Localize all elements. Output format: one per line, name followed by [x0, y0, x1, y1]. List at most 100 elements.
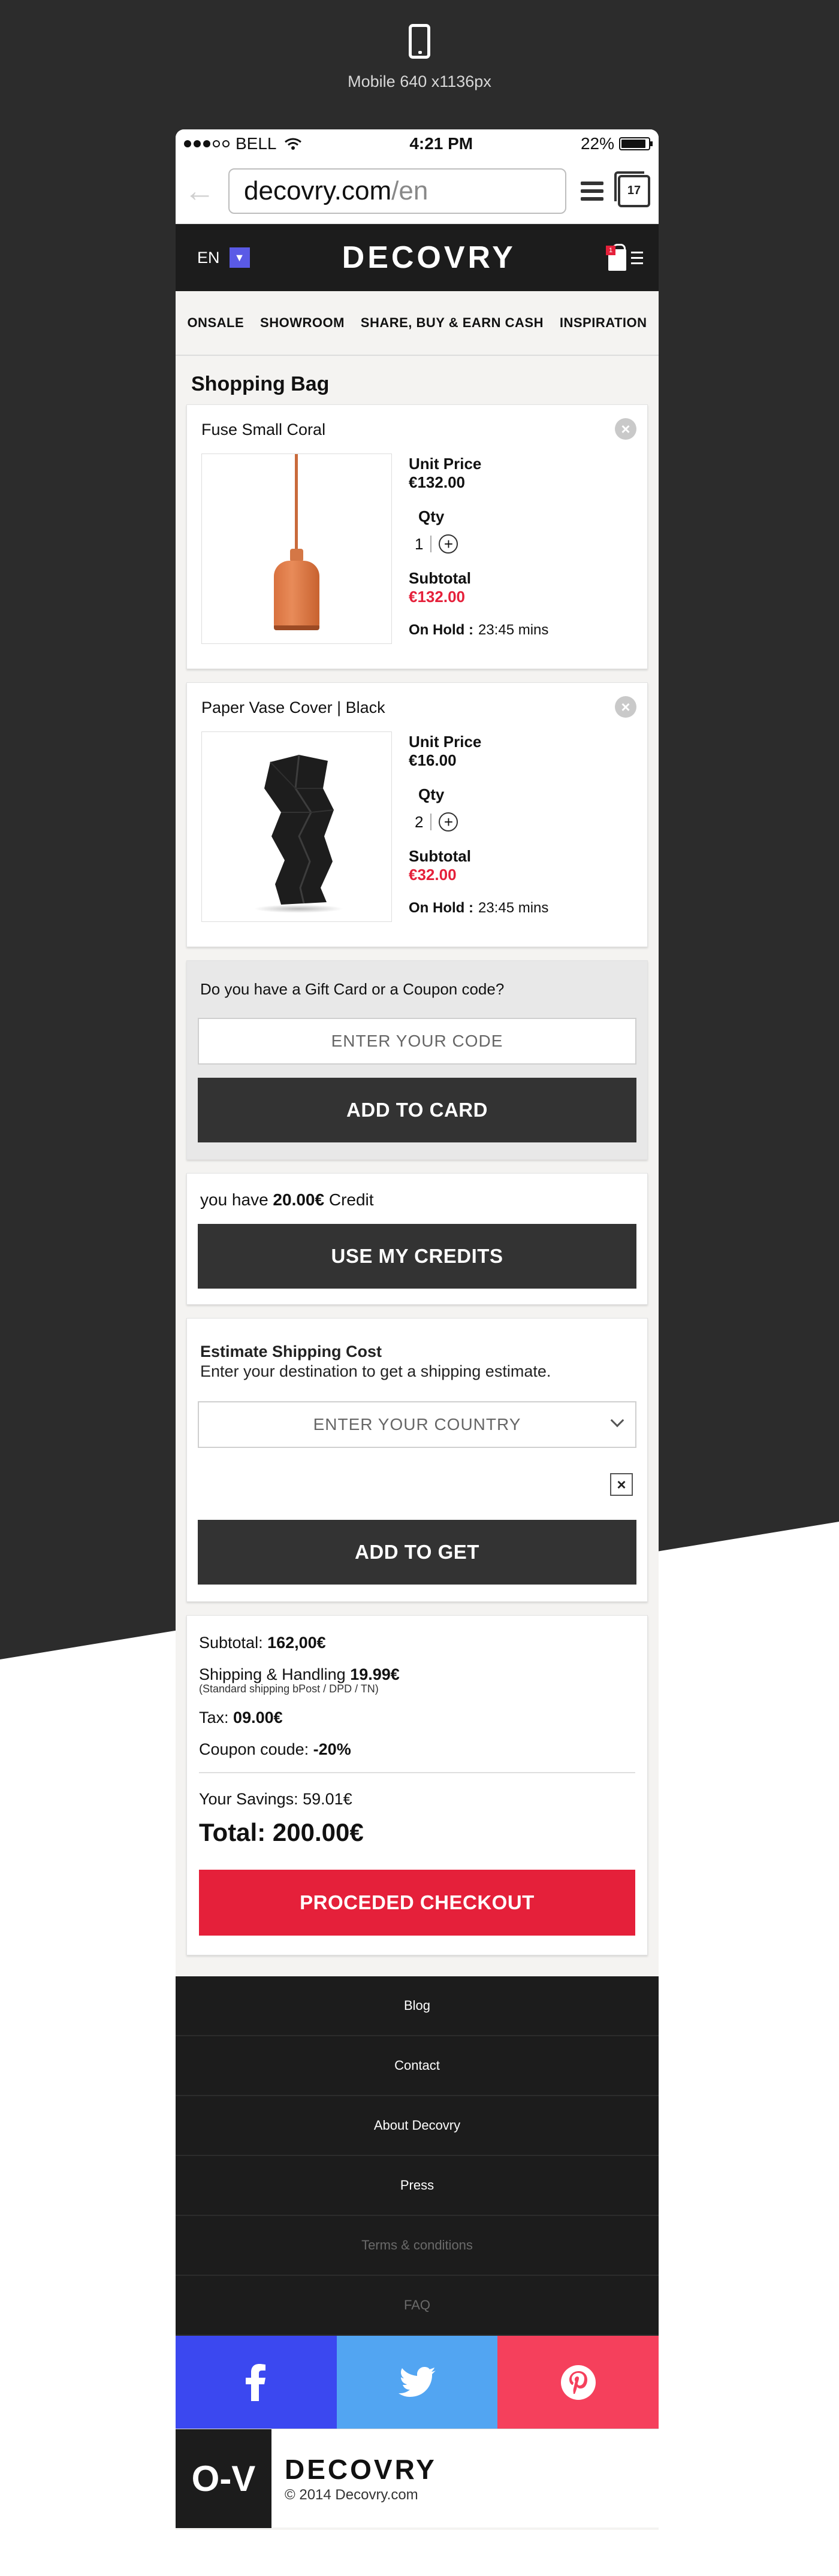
footer-link-contact[interactable]: Contact [176, 2036, 659, 2096]
country-select[interactable]: ENTER YOUR COUNTRY [198, 1401, 636, 1448]
tabs-icon[interactable]: 17 [614, 171, 650, 207]
footer-link-about[interactable]: About Decovry [176, 2096, 659, 2156]
carrier-name: BELL [236, 134, 277, 153]
product-image[interactable] [201, 731, 392, 922]
shipping-note: (Standard shipping bPost / DPD / TN) [199, 1683, 379, 1695]
plus-icon[interactable]: + [439, 812, 458, 832]
unit-price-value: €132.00 [409, 473, 465, 491]
summary-tax: Tax: 09.00€ [199, 1709, 635, 1727]
language-selector[interactable]: EN ▼ [197, 247, 250, 268]
tab-count: 17 [627, 184, 641, 197]
status-bar: BELL 4:21 PM 22% [176, 129, 659, 158]
coupon-panel: Do you have a Gift Card or a Coupon code… [186, 960, 648, 1160]
subtotal-value: €32.00 [409, 866, 457, 884]
footer-link-terms[interactable]: Terms & conditions [176, 2216, 659, 2276]
menu-icon[interactable] [631, 251, 643, 264]
on-hold-label: On Hold : [409, 900, 473, 916]
hold-timer: On Hold : 23:45 mins [409, 900, 548, 917]
remove-item-icon[interactable]: × [615, 418, 636, 440]
shipping-title: Estimate Shipping Cost [200, 1343, 382, 1360]
wifi-icon [284, 138, 301, 150]
subtotal-label: Subtotal [409, 847, 471, 865]
twitter-icon [399, 2366, 436, 2397]
nav-item-inspiration[interactable]: INSPIRATION [560, 315, 647, 331]
hold-time: 23:45 mins [478, 622, 549, 638]
device-label: Mobile 640 x1136px [348, 72, 491, 90]
credits-text: you have 20.00€ Credit [200, 1190, 636, 1210]
pinterest-button[interactable] [497, 2336, 659, 2429]
unit-price-value: €16.00 [409, 751, 457, 769]
use-credits-button[interactable]: USE MY CREDITS [198, 1224, 636, 1289]
product-image[interactable] [201, 453, 392, 644]
brand-name: DECOVRY [285, 2454, 437, 2485]
credits-panel: you have 20.00€ Credit USE MY CREDITS [186, 1173, 648, 1305]
facebook-button[interactable] [176, 2336, 337, 2429]
signal-dot-icon [184, 140, 191, 147]
subtotal-label: Subtotal: [199, 1634, 263, 1652]
hold-timer: On Hold : 23:45 mins [409, 622, 548, 639]
add-to-get-button[interactable]: ADD TO GET [198, 1520, 636, 1585]
mobile-phone-icon [409, 24, 430, 59]
page-title: Shopping Bag [191, 373, 330, 395]
quantity-stepper: 1 + [415, 534, 548, 554]
status-time: 4:21 PM [409, 134, 473, 153]
qty-value: 1 [415, 534, 424, 553]
qty-label: Qty [418, 507, 445, 525]
main-nav: ONSALE SHOWROOM SHARE, BUY & EARN CASH I… [176, 291, 659, 356]
battery-icon [619, 137, 653, 150]
shipping-description: Enter your destination to get a shipping… [200, 1362, 551, 1380]
subtotal-value: €132.00 [409, 588, 465, 606]
summary-total: Total: 200.00€ [199, 1818, 364, 1846]
address-bar[interactable]: decovry.com/en [228, 168, 566, 214]
nav-item-share-buy-earn[interactable]: SHARE, BUY & EARN CASH [361, 315, 544, 331]
tax-amount: 09.00€ [233, 1709, 283, 1727]
subtotal-label: Subtotal [409, 569, 471, 587]
main-content: Shopping Bag Fuse Small Coral × Unit Pri… [176, 356, 659, 1955]
signal-dot-icon [194, 140, 201, 147]
copyright: © 2014 Decovry.com [285, 2487, 418, 2503]
chevron-down-icon [610, 1413, 624, 1428]
summary-subtotal: Subtotal: 162,00€ [199, 1634, 635, 1652]
product-name[interactable]: Fuse Small Coral [201, 421, 633, 439]
shipping-label: Shipping & Handling [199, 1665, 346, 1683]
nav-item-showroom[interactable]: SHOWROOM [260, 315, 345, 331]
twitter-button[interactable] [336, 2336, 498, 2429]
add-to-card-button[interactable]: ADD TO CARD [198, 1078, 636, 1142]
footer-link-press[interactable]: Press [176, 2156, 659, 2216]
signal-indicator: BELL [184, 134, 302, 153]
close-icon[interactable]: × [610, 1473, 633, 1496]
unit-price-label: Unit Price [409, 733, 482, 751]
checkout-button[interactable]: PROCEDED CHECKOUT [199, 1870, 635, 1936]
summary-savings: Your Savings: 59.01€ [199, 1790, 352, 1808]
shopping-bag-icon[interactable]: 1 [606, 244, 626, 271]
site-logo[interactable]: DECOVRY [342, 240, 516, 276]
back-arrow-icon[interactable]: ← [184, 173, 215, 209]
brand-logo-mark[interactable]: O-V [176, 2429, 271, 2528]
footer-link-faq[interactable]: FAQ [176, 2276, 659, 2336]
signal-dot-empty-icon [222, 140, 230, 147]
coupon-question: Do you have a Gift Card or a Coupon code… [200, 980, 505, 998]
summary-shipping: Shipping & Handling 19.99€ (Standard shi… [199, 1665, 635, 1695]
language-code: EN [197, 248, 220, 267]
site-header: EN ▼ DECOVRY 1 [176, 224, 659, 291]
coupon-code-input[interactable]: ENTER YOUR CODE [198, 1018, 636, 1065]
on-hold-label: On Hold : [409, 622, 473, 638]
plus-icon[interactable]: + [439, 534, 458, 554]
footer-link-blog[interactable]: Blog [176, 1976, 659, 2036]
nav-item-onsale[interactable]: ONSALE [187, 315, 244, 331]
facebook-icon [246, 2363, 266, 2401]
remove-item-icon[interactable]: × [615, 696, 636, 718]
country-placeholder: ENTER YOUR COUNTRY [313, 1415, 521, 1434]
chevron-down-icon[interactable]: ▼ [229, 247, 250, 268]
url-host: decovry.com [244, 176, 392, 205]
summary-coupon: Coupon coude: -20% [199, 1740, 635, 1759]
browser-toolbar: ← decovry.com/en 17 [176, 158, 659, 224]
qty-value: 2 [415, 812, 424, 831]
device-header: Mobile 640 x1136px [0, 24, 839, 91]
bag-menu[interactable]: 1 [606, 244, 643, 271]
social-links [176, 2336, 659, 2429]
order-summary: Subtotal: 162,00€ Shipping & Handling 19… [186, 1615, 648, 1955]
cart-item: Paper Vase Cover | Black × Unit Price €1… [186, 682, 648, 947]
browser-menu-icon[interactable] [581, 181, 603, 201]
product-name[interactable]: Paper Vase Cover | Black [201, 699, 633, 717]
